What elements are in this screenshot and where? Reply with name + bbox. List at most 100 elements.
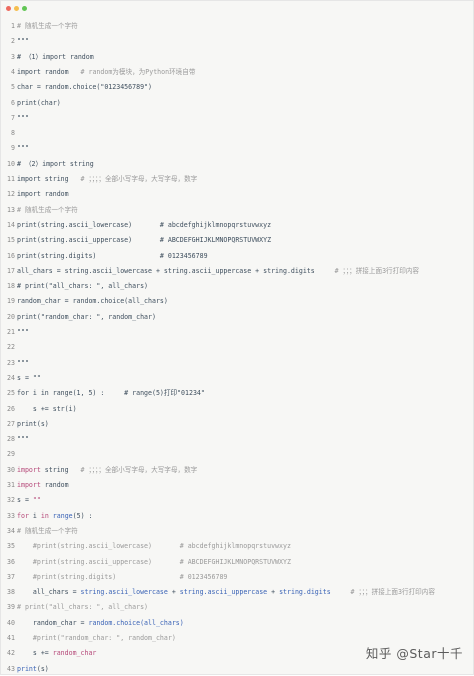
code-text: print(s) [17, 662, 49, 676]
code-token: #print(string.ascii_lowercase) # abcdefg… [17, 542, 291, 551]
code-line: 15 print(string.ascii_uppercase) # ABCDEF… [1, 233, 473, 247]
line-number: 40 [7, 618, 15, 627]
line-number: 36 [7, 557, 15, 566]
code-line: 38 all_chars = string.ascii_lowercase + … [1, 585, 473, 599]
line-number: 13 [7, 205, 15, 214]
code-token: s = "" [17, 373, 41, 382]
code-token: in [40, 511, 49, 520]
line-number: 26 [7, 404, 15, 413]
code-text: """ [17, 141, 29, 155]
code-line: 16 print(string.digits) # 0123456789 [1, 249, 473, 263]
code-token: # （2）import string [17, 159, 94, 168]
code-token: s += str(i) [17, 404, 77, 413]
code-token: random.choice(all_chars) [88, 618, 184, 627]
line-number: 27 [7, 419, 15, 428]
code-text: random_char = random.choice(all_chars) [17, 294, 168, 308]
line-number: 15 [7, 236, 15, 245]
code-text: print(string.ascii_uppercase) # ABCDEFGH… [17, 233, 271, 247]
code-token: random_char = [17, 618, 89, 627]
code-text: """ [17, 34, 29, 48]
code-text: s += str(i) [17, 402, 77, 416]
code-text: for i in range(5) : [17, 509, 93, 523]
line-number: 8 [11, 129, 15, 138]
code-token: import random [17, 190, 69, 199]
line-number: 6 [11, 98, 15, 107]
code-token: print("random_char: ", random_char) [17, 312, 156, 321]
code-line: 18 # print("all_chars: ", all_chars) [1, 279, 473, 293]
code-token: print(char) [17, 98, 61, 107]
code-token: s += [17, 649, 53, 658]
code-token: # ；；；；全部小写字母，大写字母，数字 [80, 175, 198, 183]
code-line: 21 """ [1, 325, 473, 339]
line-number: 29 [7, 450, 15, 459]
line-number: 21 [7, 328, 15, 336]
code-line: 39 # print("all_chars: ", all_chars) [1, 600, 473, 614]
line-number: 25 [7, 389, 15, 398]
code-token: (5) : [72, 511, 93, 520]
code-token: # 随机生成一个字符 [17, 526, 78, 535]
code-editor[interactable]: 1 # 随机生成一个字符 2 """ 3 # （1）import random 4 impor… [1, 19, 473, 674]
code-token: # random为模块，为Python环境自带 [80, 67, 196, 76]
line-number: 34 [7, 526, 15, 535]
code-line: 26 s += str(i) [1, 402, 473, 416]
line-number: 32 [7, 496, 15, 505]
code-token: + [267, 588, 280, 597]
code-line: 29 [1, 447, 473, 461]
watermark: 知乎 @Star十千 [365, 646, 463, 661]
line-number: 42 [7, 649, 15, 658]
line-number: 37 [7, 572, 15, 581]
code-token: #print(string.digits) # 0123456789 [17, 572, 228, 581]
code-token: all_chars = [17, 588, 81, 597]
close-window-icon[interactable] [6, 5, 11, 11]
code-text: # 随机生成一个字符 [17, 203, 78, 217]
code-text: import random [17, 478, 69, 492]
code-line: 37 #print(string.digits) # 0123456789 [1, 570, 473, 584]
code-token: for [17, 511, 29, 520]
code-line: 14 print(string.ascii_lowercase) # abcdef… [1, 218, 473, 232]
code-line: 19 random_char = random.choice(all_chars) [1, 294, 473, 308]
code-token: # ；；；拼接上面3行打印内容 [334, 266, 420, 275]
code-token: + [167, 588, 180, 597]
line-number: 20 [7, 312, 15, 321]
code-token: import [17, 465, 41, 474]
code-token: """ [17, 37, 29, 46]
code-token: """ [17, 113, 29, 122]
code-text: print(char) [17, 96, 61, 110]
code-token: # （1）import random [17, 52, 94, 61]
line-number: 38 [7, 588, 15, 597]
code-line: 36 #print(string.ascii_uppercase) # ABCD… [1, 555, 473, 569]
code-line: 40 random_char = random.choice(all_chars… [1, 616, 473, 630]
code-line: 34 # 随机生成一个字符 [1, 524, 473, 538]
code-text: """ [17, 111, 29, 125]
code-token: """ [17, 328, 29, 336]
code-token: #print("random_char: ", random_char) [17, 634, 176, 642]
code-token: # print("all_chars: ", all_chars) [17, 282, 149, 291]
code-token: """ [17, 435, 29, 444]
code-line: 11 import string # ；；；；全部小写字母，大写字母，数字 [1, 172, 473, 186]
line-number: 28 [7, 435, 15, 444]
code-text: """ [17, 432, 29, 446]
code-window: 1 # 随机生成一个字符 2 """ 3 # （1）import random 4 impor… [0, 0, 474, 675]
code-text: print(string.ascii_lowercase) # abcdefgh… [17, 218, 271, 232]
code-text: # 随机生成一个字符 [17, 19, 78, 33]
line-number: 43 [7, 664, 15, 673]
code-token: s = [17, 496, 33, 505]
line-number: 19 [7, 297, 15, 306]
code-token: # 随机生成一个字符 [17, 205, 78, 214]
line-number: 2 [11, 37, 15, 46]
code-text: import random [17, 187, 69, 201]
code-text: s = "" [17, 371, 41, 385]
code-text: print(string.digits) # 0123456789 [17, 249, 208, 263]
code-line: 22 [1, 340, 473, 354]
line-number: 17 [7, 266, 15, 275]
code-token: print(s) [17, 419, 49, 428]
minimize-window-icon[interactable] [14, 5, 19, 11]
code-text: # 随机生成一个字符 [17, 524, 78, 538]
code-token: print(string.ascii_uppercase) # ABCDEFGH… [17, 236, 272, 245]
code-token: """ [17, 144, 29, 153]
window-titlebar [1, 1, 473, 15]
line-number: 7 [11, 113, 15, 122]
maximize-window-icon[interactable] [22, 5, 27, 11]
line-number: 23 [7, 358, 15, 367]
line-number: 14 [7, 220, 15, 229]
